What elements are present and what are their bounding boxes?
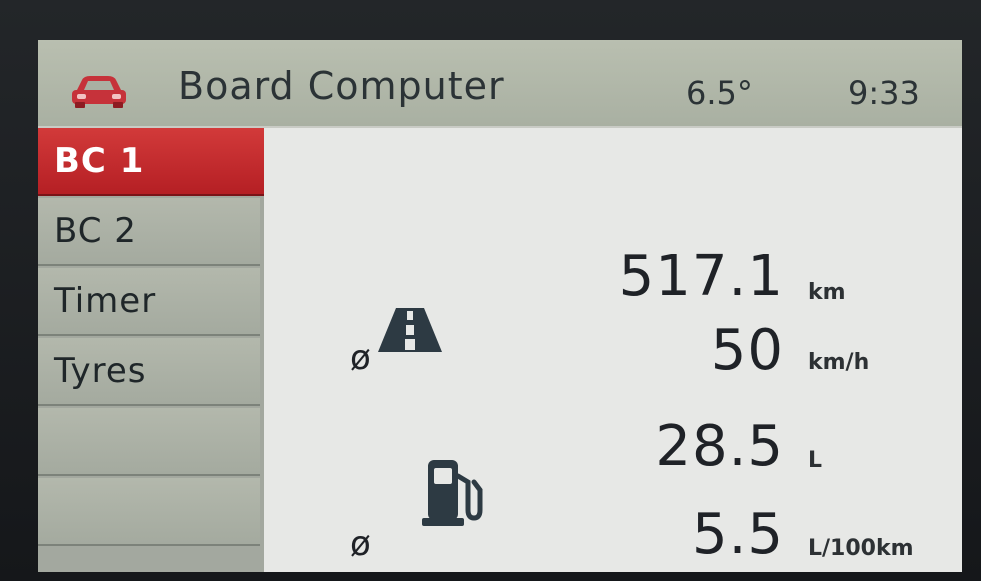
page-title: Board Computer <box>178 64 505 108</box>
avg-consumption-value: 5.5 <box>691 502 784 567</box>
avg-consumption-unit: L/100km <box>808 536 914 561</box>
fuel-used-value: 28.5 <box>655 414 784 479</box>
tab-empty-2 <box>38 478 260 546</box>
board-computer-screen: Board Computer 6.5° 9:33 BC 1 BC 2 Timer… <box>38 40 962 572</box>
fuel-pump-icon <box>422 460 483 526</box>
tab-timer[interactable]: Timer <box>38 268 260 336</box>
tab-bc-2[interactable]: BC 2 <box>38 198 260 266</box>
car-icon <box>72 76 126 108</box>
distance-unit: km <box>808 280 846 305</box>
sidebar-menu: BC 1 BC 2 Timer Tyres <box>38 128 284 572</box>
distance-value: 517.1 <box>618 244 784 309</box>
clock: 9:33 <box>848 74 920 112</box>
tab-bc-1[interactable]: BC 1 <box>38 128 284 196</box>
avg-consumption-symbol: ø <box>350 524 371 564</box>
avg-speed-symbol: ø <box>350 338 371 378</box>
avg-speed-unit: km/h <box>808 350 870 375</box>
avg-speed-value: 50 <box>710 318 784 383</box>
fuel-used-unit: L <box>808 448 823 473</box>
trip-data-panel: 517.1 km ø 50 km/h 28.5 L ø 5.5 L/100km <box>264 128 962 572</box>
outside-temperature: 6.5° <box>686 74 753 112</box>
tab-tyres[interactable]: Tyres <box>38 338 260 406</box>
road-icon <box>378 308 442 352</box>
header-bar: Board Computer 6.5° 9:33 <box>38 40 962 126</box>
tab-empty-1 <box>38 408 260 476</box>
